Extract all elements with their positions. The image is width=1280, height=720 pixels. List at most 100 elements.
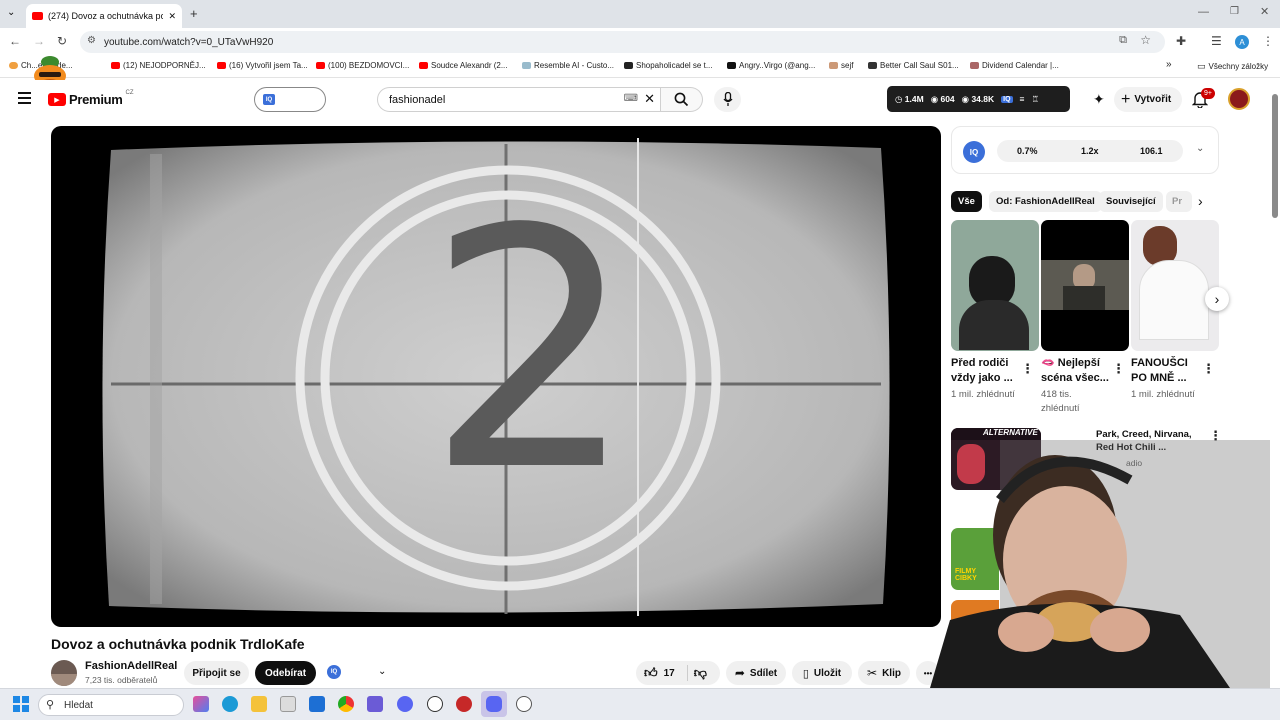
bookmark-item[interactable]: sejf — [829, 61, 853, 70]
short-thumbnail[interactable] — [1041, 220, 1129, 351]
edge-icon[interactable] — [222, 696, 238, 712]
bookmark-item[interactable]: (100) BEZDOMOVCI... — [316, 61, 409, 70]
bookmark-item[interactable]: Resemble AI - Custo... — [522, 61, 614, 70]
save-button[interactable]: ▯ Uložit — [792, 661, 852, 685]
windows-start-icon[interactable] — [13, 696, 29, 712]
red-app-icon[interactable] — [456, 696, 472, 712]
stat-watch: ◉ 604 — [930, 93, 955, 104]
chevron-down-icon[interactable]: ⌄ — [378, 666, 386, 677]
bookmark-item[interactable]: Soudce Alexandr (2... — [419, 61, 508, 70]
notifications-button[interactable]: 9+ — [1191, 88, 1215, 109]
bookmark-item[interactable]: (12) NEJODPORNĚJ... — [111, 61, 206, 70]
back-icon[interactable]: ← — [9, 34, 21, 48]
all-bookmarks[interactable]: ▭ Všechny záložky — [1197, 61, 1268, 72]
address-bar[interactable]: ⚙ youtube.com/watch?v=0_UTaVwH920 ⧉ ☆ — [80, 31, 1165, 53]
chip-from-channel[interactable]: Od: FashionAdellReal — [989, 191, 1102, 212]
chip-more[interactable]: Pr — [1166, 191, 1192, 212]
bookmark-item[interactable]: Better Call Saul S01... — [868, 61, 959, 70]
short-title[interactable]: FANOUŠCI PO MNĚ ... — [1131, 356, 1203, 386]
scissors-icon: ✂ — [867, 666, 878, 680]
minimize-icon[interactable]: — — [1198, 6, 1209, 18]
short-thumbnail[interactable] — [951, 220, 1039, 351]
short-menu-icon[interactable]: ⋮ — [1021, 361, 1034, 377]
short-thumbnail[interactable] — [1131, 220, 1219, 351]
channel-avatar[interactable] — [51, 660, 77, 686]
tab-close-icon[interactable]: ✕ — [168, 11, 176, 22]
search-input[interactable]: fashionadel ⌨ ✕ — [377, 87, 661, 112]
keyboard-icon[interactable]: ⌨ — [624, 93, 638, 104]
browser-menu-icon[interactable]: ⋮ — [1262, 34, 1274, 48]
copilot-icon[interactable] — [193, 696, 209, 712]
install-app-icon[interactable]: ⧉ — [1119, 34, 1127, 47]
iq-stats-panel: IQ 0.7% 1.2x 106.1 ⌄ — [951, 126, 1219, 174]
teams-icon[interactable] — [367, 696, 383, 712]
short-title[interactable]: 🫦 Nejlepší scéna všec... — [1041, 356, 1119, 386]
iq-toggle[interactable]: IQ — [254, 87, 326, 112]
bookmark-item[interactable]: Shopaholicadel se t... — [624, 61, 713, 70]
clip-button[interactable]: ✂ Klip — [858, 661, 910, 685]
stat-views: ◷ 1.4M — [895, 93, 924, 104]
mail-icon[interactable] — [309, 696, 325, 712]
chips-next-icon[interactable]: › — [1198, 193, 1203, 209]
search-button[interactable] — [661, 87, 703, 112]
chrome-icon[interactable] — [338, 696, 354, 712]
tab-search-chevron-icon[interactable]: ⌄ — [7, 7, 15, 18]
store-icon[interactable] — [280, 696, 296, 712]
page-scrollbar[interactable] — [1272, 94, 1278, 218]
channel-name[interactable]: FashionAdellReal — [85, 660, 177, 672]
bookmark-star-icon[interactable]: ☆ — [1140, 33, 1151, 47]
iq-icon: IQ — [1001, 95, 1013, 103]
profile-avatar[interactable]: A — [1235, 35, 1249, 49]
maximize-icon[interactable]: ❐ — [1230, 6, 1239, 17]
chip-all[interactable]: Vše — [951, 191, 982, 212]
voice-search-button[interactable] — [714, 87, 741, 112]
cast-icon[interactable]: ✦ — [1093, 91, 1105, 108]
app-icon[interactable] — [516, 696, 532, 712]
wordpress-icon[interactable] — [427, 696, 443, 712]
new-tab-button[interactable]: + — [190, 6, 198, 21]
close-window-icon[interactable]: ✕ — [1260, 5, 1269, 18]
subscribe-button[interactable]: Odebírat — [255, 661, 316, 685]
join-button[interactable]: Připojit se — [184, 661, 249, 685]
bookmark-item[interactable]: Angry..Virgo (@ang... — [727, 61, 815, 70]
bookmark-item[interactable]: (16) Vytvořil jsem Ta... — [217, 61, 308, 70]
stats-extension-bar[interactable]: ◷ 1.4M ◉ 604 ◉ 34.8K IQ ≡ ♖ — [887, 86, 1070, 112]
resemble-icon — [522, 62, 531, 69]
dislike-icon[interactable]: 👎︎ — [694, 665, 707, 681]
discord-icon[interactable] — [486, 696, 502, 712]
short-menu-icon[interactable]: ⋮ — [1112, 361, 1125, 377]
trophy-icon[interactable]: ♖ — [1031, 94, 1039, 105]
site-info-icon[interactable]: ⚙ — [87, 35, 96, 46]
file-explorer-icon[interactable] — [251, 696, 267, 712]
taskbar-search[interactable]: ⚲ Hledat — [38, 694, 184, 716]
like-count[interactable]: 17 — [664, 668, 675, 679]
play-logo-icon: ▶ — [48, 93, 66, 106]
guide-menu-icon[interactable] — [18, 92, 31, 104]
short-title[interactable]: Před rodiči vždy jako ... — [951, 356, 1029, 386]
bookmarks-overflow[interactable]: » — [1166, 59, 1172, 70]
account-avatar[interactable] — [1228, 88, 1250, 110]
video-player[interactable]: 2 — [51, 126, 941, 627]
youtube-icon — [419, 62, 428, 69]
youtube-favicon-icon — [32, 12, 43, 20]
extensions-icon[interactable]: ✚ — [1176, 34, 1186, 48]
reading-list-icon[interactable]: ☰ — [1211, 34, 1222, 48]
iq-icon[interactable]: IQ — [327, 665, 341, 679]
forward-icon[interactable]: → — [33, 34, 45, 48]
discord-app-icon[interactable] — [397, 696, 413, 712]
reload-icon[interactable]: ↻ — [57, 34, 67, 48]
bookmark-item[interactable]: Dividend Calendar |... — [970, 61, 1059, 70]
browser-tab[interactable]: (274) Dovoz a ochutnávka podnik ✕ — [26, 4, 182, 28]
like-icon[interactable]: 👍︎ — [644, 665, 658, 681]
youtube-icon — [111, 62, 120, 69]
create-button[interactable]: + Vytvořit — [1114, 87, 1182, 112]
clear-search-icon[interactable]: ✕ — [644, 91, 655, 107]
youtube-premium-logo[interactable]: ▶ Premium CZ — [48, 90, 134, 107]
short-menu-icon[interactable]: ⋮ — [1202, 361, 1215, 377]
share-button[interactable]: ➦ Sdílet — [726, 661, 786, 685]
chevron-down-icon[interactable]: ⌄ — [1196, 143, 1204, 154]
chip-related[interactable]: Související — [1099, 191, 1163, 212]
list-icon[interactable]: ≡ — [1020, 94, 1025, 104]
windows-taskbar — [0, 688, 1280, 720]
shorts-next-button[interactable]: › — [1205, 287, 1229, 311]
